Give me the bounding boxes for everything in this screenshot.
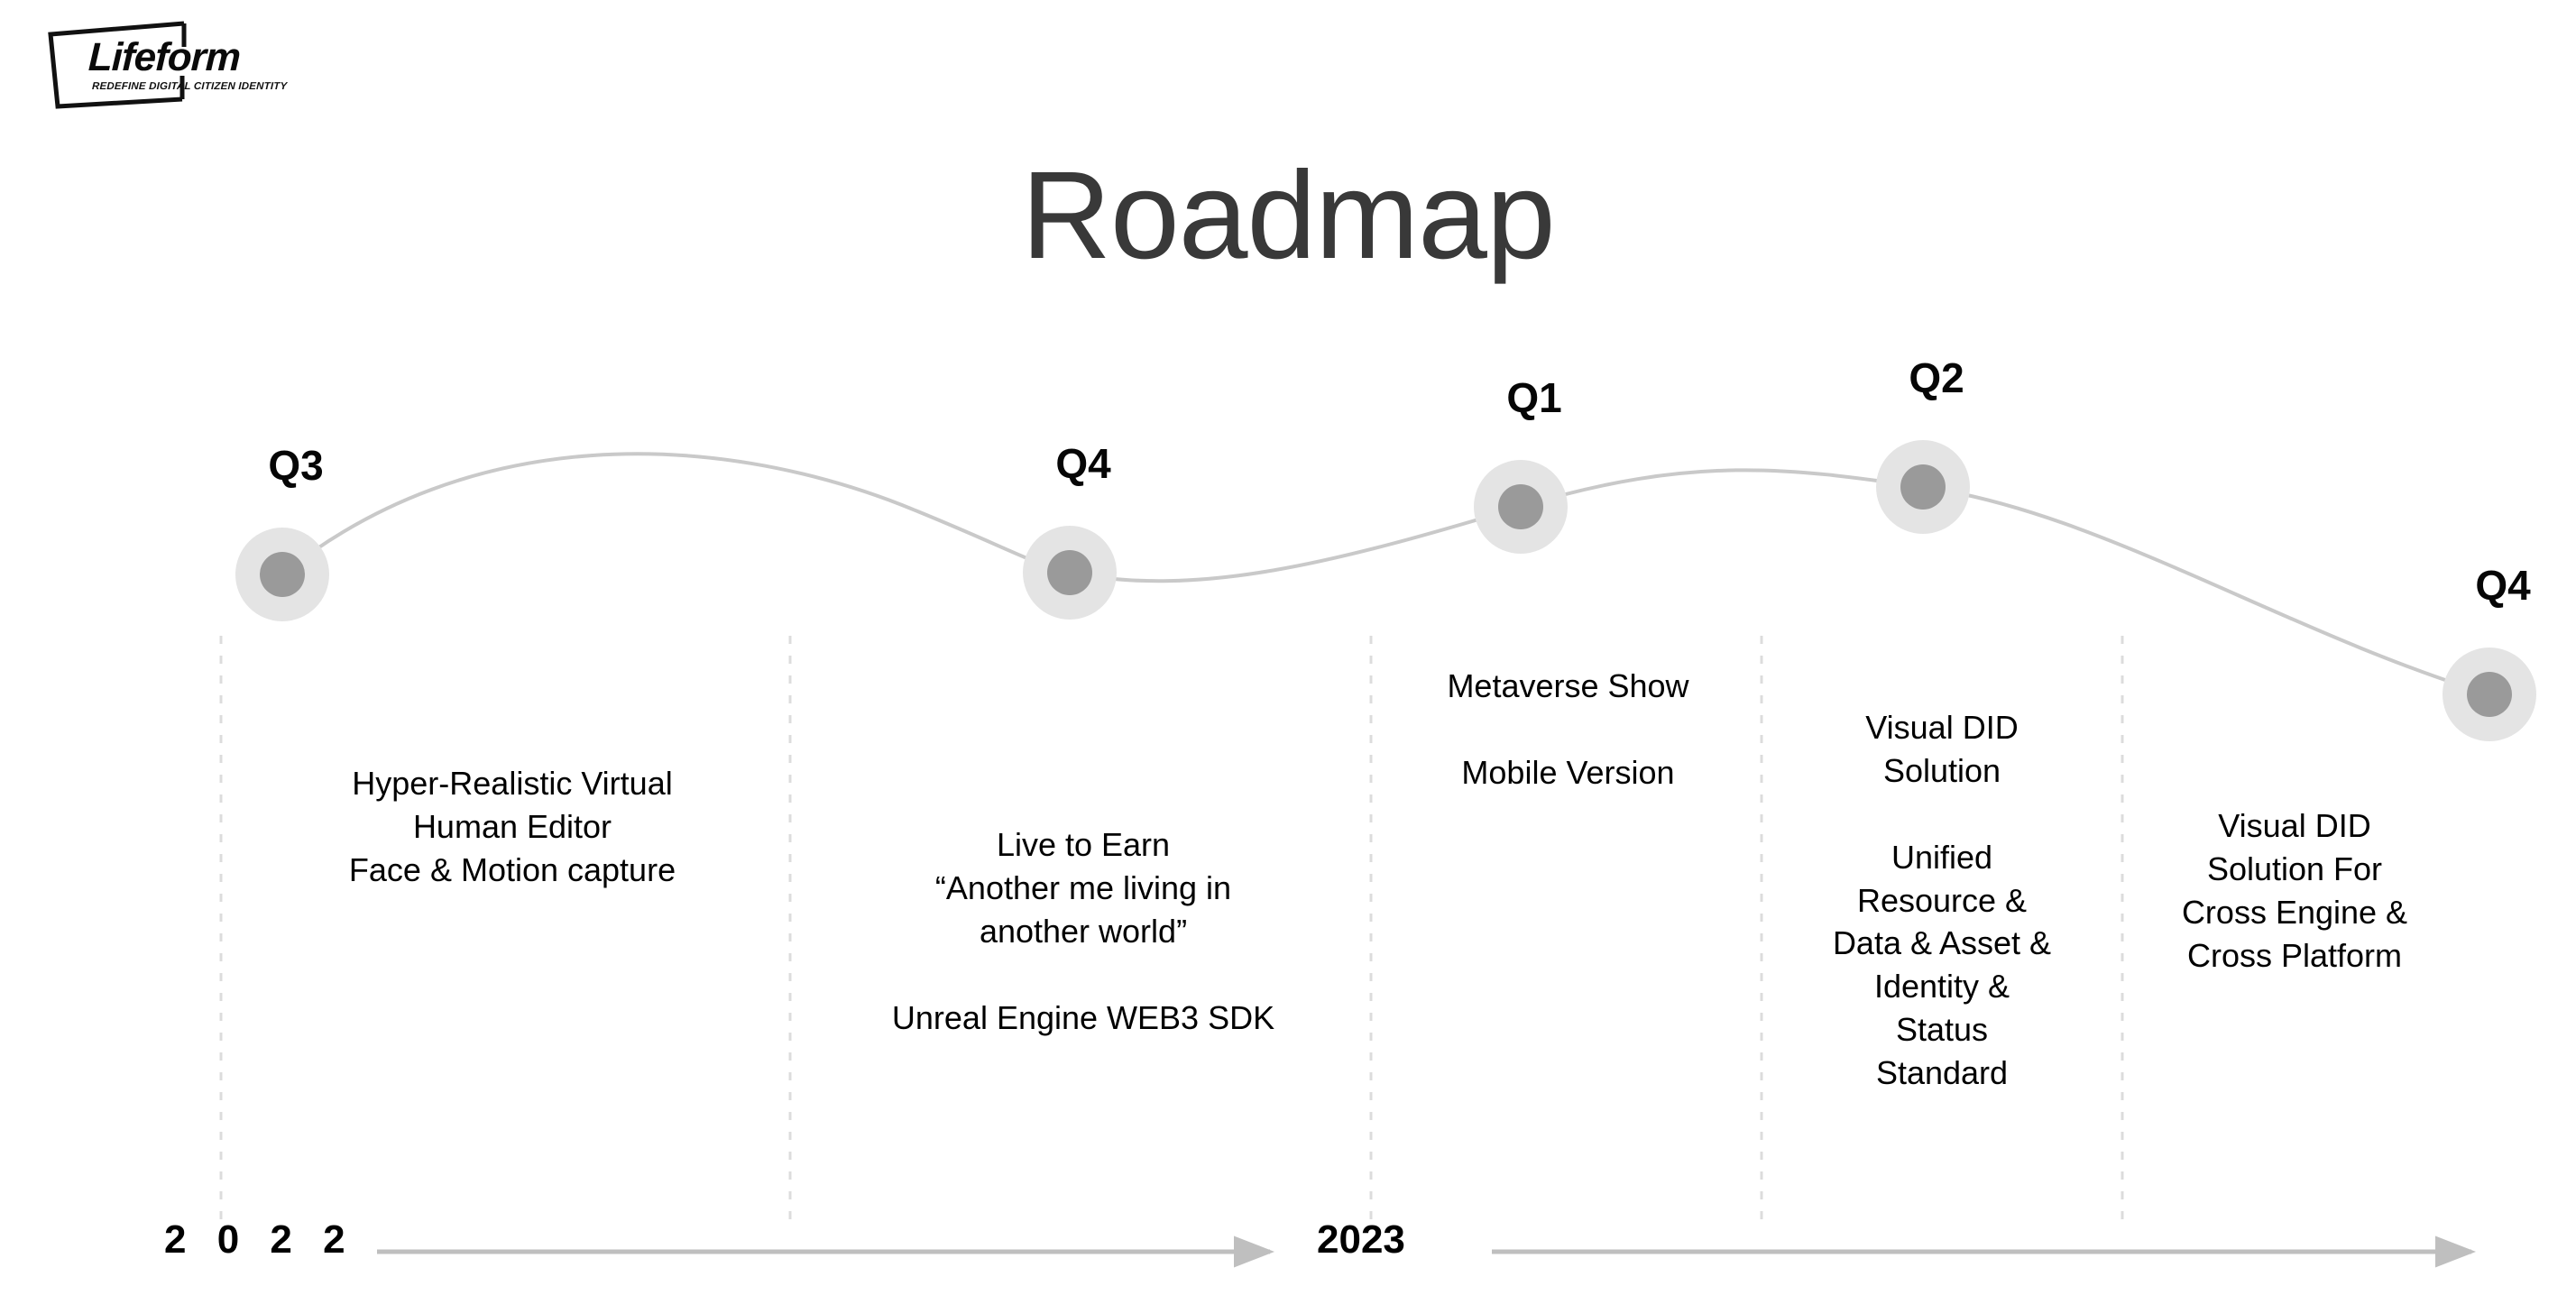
milestone-items-q1-2023: Metaverse Show Mobile Version <box>1447 667 1689 791</box>
milestone-items-q2-2023: Visual DID Solution Unified Resource & D… <box>1832 709 2052 1091</box>
marker-dot-icon <box>260 552 305 597</box>
milestone-items-q4-2023: Visual DID Solution For Cross Engine & C… <box>2181 807 2408 974</box>
milestone-quarter-label: Q3 <box>268 442 324 489</box>
year-label-2023: 2023 <box>1317 1217 1405 1262</box>
milestone-items-q3-2022: Hyper-Realistic Virtual Human Editor Fac… <box>348 765 676 888</box>
milestone-quarter-label: Q1 <box>1506 374 1562 421</box>
marker-dot-icon <box>1900 464 1946 510</box>
brand-logo: Lifeform REDEFINE DIGITAL CITIZEN IDENTI… <box>41 16 303 114</box>
logo-wordmark: Lifeform <box>87 35 241 79</box>
marker-dot-icon <box>1498 484 1543 529</box>
year-label-2022: 2 0 2 2 <box>164 1217 355 1262</box>
page-title: Roadmap <box>1021 146 1555 285</box>
logo-tagline: REDEFINE DIGITAL CITIZEN IDENTITY <box>91 81 288 92</box>
milestone-quarter-label: Q4 <box>1055 440 1111 487</box>
milestone-quarter-label: Q2 <box>1909 354 1964 401</box>
milestone-quarter-label: Q4 <box>2475 562 2531 609</box>
marker-dot-icon <box>1047 550 1092 595</box>
marker-dot-icon <box>2467 672 2512 717</box>
milestone-items-q4-2022: Live to Earn “Another me living in anoth… <box>891 826 1275 1036</box>
